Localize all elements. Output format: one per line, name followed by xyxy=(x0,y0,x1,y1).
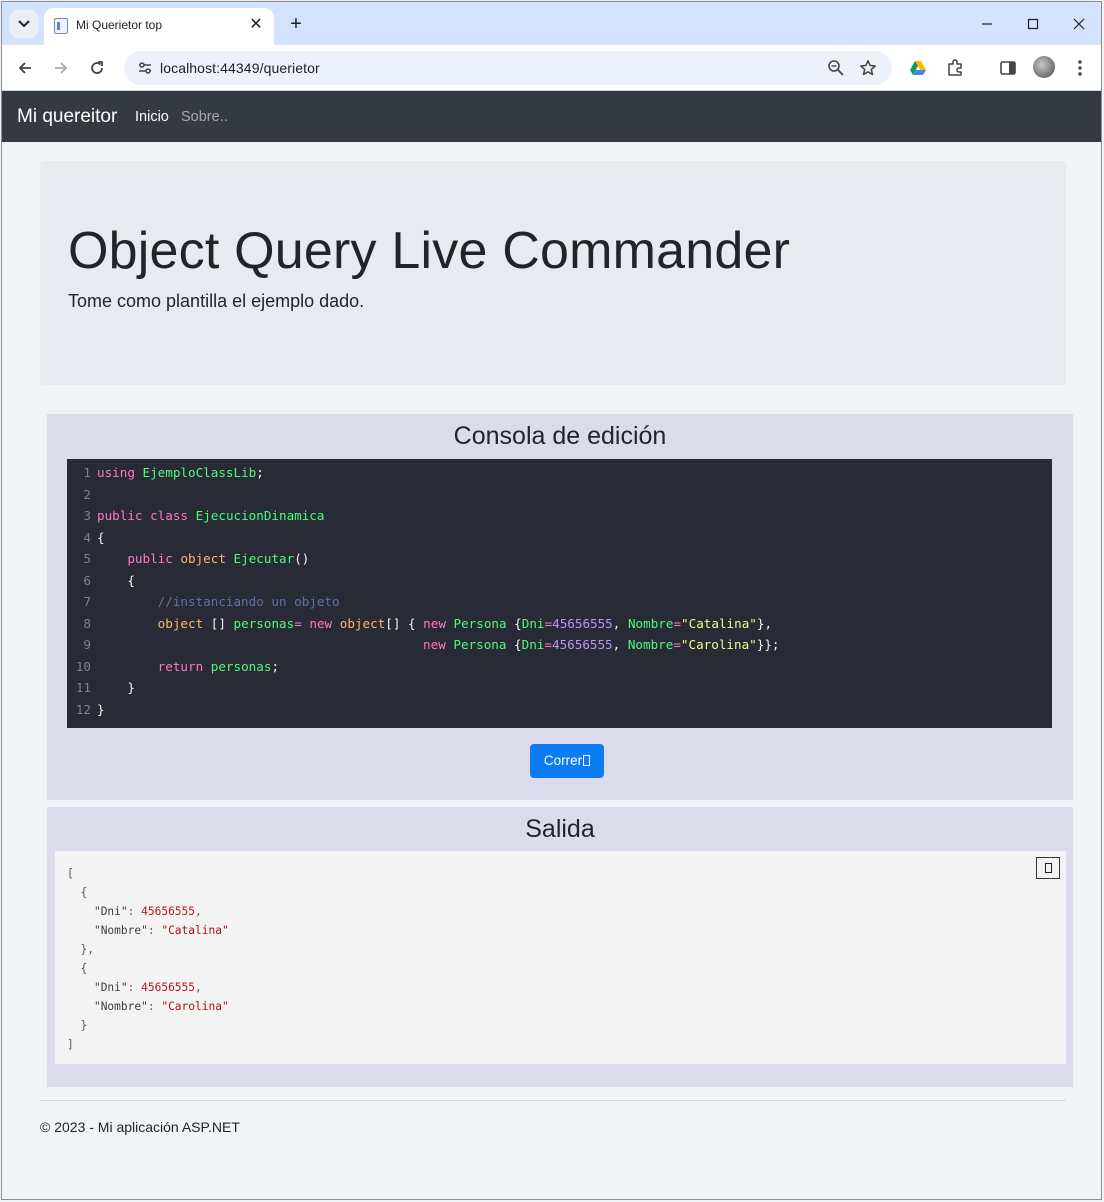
line-number: 10 xyxy=(75,658,91,674)
line-number: 5 xyxy=(83,551,91,566)
output-line: { xyxy=(67,962,88,975)
forward-icon[interactable] xyxy=(47,54,75,82)
line-number: 3 xyxy=(83,508,91,523)
missing-glyph-icon xyxy=(583,755,591,766)
url-text[interactable]: localhost:44349/querietor xyxy=(160,60,320,76)
browser-window: Mi Querietor top ✕ + localhost:44349/que… xyxy=(1,1,1102,1200)
star-icon[interactable] xyxy=(858,58,878,78)
code-line: 4{ xyxy=(67,527,104,549)
browser-toolbar: localhost:44349/querietor xyxy=(2,45,1101,91)
code-line: 1 using EjemploClassLib; xyxy=(67,462,263,484)
nav-link-sobre[interactable]: Sobre.. xyxy=(181,109,228,125)
code-line: 2 xyxy=(67,484,97,506)
hero-lead: Tome como plantilla el ejemplo dado. xyxy=(68,291,365,311)
line-number: 8 xyxy=(83,615,91,631)
hero: Object Query Live Commander Tome como pl… xyxy=(40,161,1066,385)
code-line: 11 } xyxy=(67,677,135,699)
line-number: 2 xyxy=(83,486,91,502)
menu-icon[interactable] xyxy=(1068,56,1092,80)
plus-icon[interactable]: + xyxy=(284,12,308,36)
page-content: Mi quereitor Inicio Sobre.. Object Query… xyxy=(2,91,1101,1199)
page-title: Object Query Live Commander xyxy=(68,222,791,280)
output-line: "Dni": 45656555, xyxy=(93,981,202,994)
output-line: } xyxy=(67,1019,88,1032)
line-number: 6 xyxy=(83,572,91,588)
code-line: 6 { xyxy=(67,570,135,592)
output-line: ] xyxy=(67,1038,74,1051)
code-line: 12} xyxy=(67,699,105,721)
code-line: 5 public object Ejecutar() xyxy=(67,548,309,570)
line-number: 12 xyxy=(75,701,91,717)
line-number: 7 xyxy=(83,594,91,609)
line-number: 11 xyxy=(75,680,91,695)
back-icon[interactable] xyxy=(11,54,39,82)
zoom-icon[interactable] xyxy=(826,58,846,78)
footer-text: © 2023 - Mi aplicación ASP.NET xyxy=(40,1119,240,1135)
drive-icon[interactable] xyxy=(906,56,930,80)
avatar[interactable] xyxy=(1033,56,1055,78)
line-number: 1 xyxy=(83,465,91,480)
code-editor[interactable]: 1 using EjemploClassLib; 2 3 public class … xyxy=(67,459,1052,728)
nav-link-inicio[interactable]: Inicio xyxy=(135,109,169,125)
output-title: Salida xyxy=(525,815,595,843)
output-panel: [ { "Dni": 45656555, "Nombre": "Catalina… xyxy=(55,851,1066,1064)
side-panel-icon[interactable] xyxy=(996,56,1020,80)
output-line: "Dni": 45656555, xyxy=(93,905,202,918)
run-button[interactable]: Correr xyxy=(530,744,604,778)
minimize-icon[interactable] xyxy=(973,10,1001,38)
code-line: 10 return personas; xyxy=(67,656,279,678)
output-line: { xyxy=(67,886,88,899)
code-line: 3 public class EjecucionDinamica xyxy=(67,505,324,527)
code-line: 8 object [] personas= new object[] { new… xyxy=(67,613,772,635)
reload-icon[interactable] xyxy=(83,54,111,82)
extensions-icon[interactable] xyxy=(943,56,967,80)
run-button-label: Correr xyxy=(543,753,583,768)
copy-icon xyxy=(1044,863,1052,873)
maximize-icon[interactable] xyxy=(1019,10,1047,38)
tab-title: Mi Querietor top xyxy=(76,18,163,32)
tab-search-icon[interactable] xyxy=(10,10,38,38)
output-line: "Nombre": "Carolina" xyxy=(93,1000,229,1013)
browser-tab[interactable]: Mi Querietor top ✕ xyxy=(44,8,274,45)
code-line: 9 new Persona {Dni=45656555, Nombre="Car… xyxy=(67,634,779,656)
code-line: 7 //instanciando un objeto xyxy=(67,591,339,613)
editor-card: Consola de edición 1 using EjemploClassLi… xyxy=(47,414,1073,800)
output-line: }, xyxy=(67,943,94,956)
output-line: "Nombre": "Catalina" xyxy=(93,924,229,937)
line-number: 9 xyxy=(83,637,91,652)
navbar-brand[interactable]: Mi quereitor xyxy=(17,106,117,128)
output-line: [ xyxy=(67,867,74,880)
close-icon[interactable]: ✕ xyxy=(246,15,266,35)
footer-divider xyxy=(40,1100,1066,1101)
document-icon xyxy=(54,18,68,34)
output-card: Salida [ { "Dni": 45656555, "Nombre": "C… xyxy=(47,807,1073,1087)
site-info-icon[interactable] xyxy=(136,59,154,77)
window-close-icon[interactable] xyxy=(1065,10,1093,38)
line-number: 4 xyxy=(83,529,91,545)
copy-button[interactable] xyxy=(1036,857,1060,879)
editor-title: Consola de edición xyxy=(453,422,667,450)
address-bar[interactable]: localhost:44349/querietor xyxy=(124,51,892,85)
site-navbar: Mi quereitor Inicio Sobre.. xyxy=(2,91,1101,142)
tab-strip: Mi Querietor top ✕ + xyxy=(2,2,1101,45)
